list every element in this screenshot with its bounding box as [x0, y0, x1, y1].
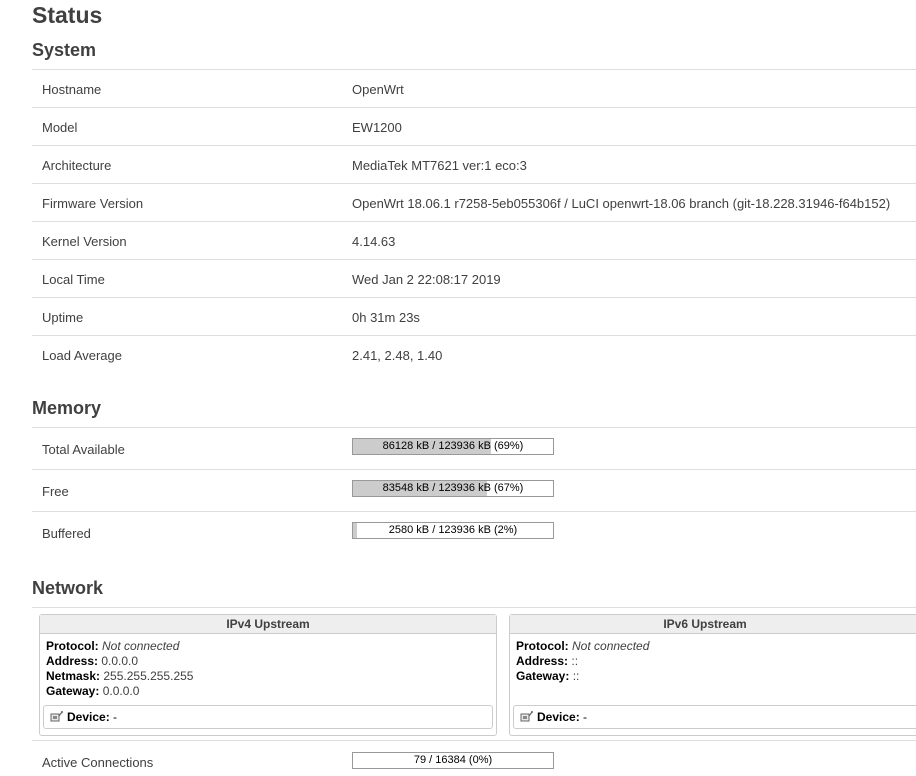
ipv4-gateway-label: Gateway:	[46, 684, 100, 698]
system-table: Hostname OpenWrt Model EW1200 Architectu…	[32, 69, 916, 373]
uptime-value: 0h 31m 23s	[352, 310, 420, 325]
active-connections-label: Active Connections	[42, 755, 154, 770]
hostname-value: OpenWrt	[352, 82, 404, 97]
ipv6-gateway-value: ::	[572, 669, 580, 683]
ipv4-protocol-value: Not connected	[102, 639, 180, 653]
active-connections-progress-bar: 79 / 16384 (0%)	[352, 752, 554, 769]
architecture-value: MediaTek MT7621 ver:1 eco:3	[352, 158, 527, 173]
network-divider	[32, 607, 916, 608]
architecture-label: Architecture	[42, 158, 112, 173]
ipv6-address-value: ::	[571, 654, 579, 668]
table-row: Uptime 0h 31m 23s	[32, 298, 916, 336]
hostname-label: Hostname	[42, 82, 102, 97]
ipv6-device-label: Device:	[537, 710, 580, 724]
ipv4-address-value: 0.0.0.0	[101, 654, 139, 668]
memory-section-title: Memory	[32, 398, 102, 418]
table-row: Model EW1200	[32, 108, 916, 146]
ipv4-device-box: Device: -	[43, 705, 493, 729]
progress-text: 79 / 16384 (0%)	[413, 754, 493, 766]
table-row: Firmware Version OpenWrt 18.06.1 r7258-5…	[32, 184, 916, 222]
ipv6-device-box: Device: -	[513, 705, 916, 729]
kernel-version-label: Kernel Version	[42, 234, 127, 249]
progress-text: 2580 kB / 123936 kB (2%)	[388, 524, 518, 536]
table-row: Kernel Version 4.14.63	[32, 222, 916, 260]
ipv4-upstream-title: IPv4 Upstream	[40, 615, 496, 634]
ethernet-port-icon	[50, 711, 63, 722]
free-label: Free	[42, 484, 69, 499]
ipv4-gateway-value: 0.0.0.0	[102, 684, 140, 698]
ethernet-port-icon	[520, 711, 533, 722]
buffered-label: Buffered	[42, 526, 91, 541]
table-row: Free 83548 kB / 123936 kB (67%)	[32, 470, 916, 512]
page-title: Status	[32, 2, 103, 28]
local-time-value: Wed Jan 2 22:08:17 2019	[352, 272, 501, 287]
ipv6-protocol-value: Not connected	[572, 639, 650, 653]
firmware-version-label: Firmware Version	[42, 196, 144, 211]
table-row: Total Available 86128 kB / 123936 kB (69…	[32, 428, 916, 470]
model-value: EW1200	[352, 120, 402, 135]
ipv4-address-label: Address:	[46, 654, 99, 668]
table-row: Hostname OpenWrt	[32, 70, 916, 108]
model-label: Model	[42, 120, 78, 135]
ipv6-upstream-title: IPv6 Upstream	[510, 615, 916, 634]
progress-text: 86128 kB / 123936 kB (69%)	[382, 440, 524, 452]
ipv6-gateway-label: Gateway:	[516, 669, 570, 683]
progress-text: 83548 kB / 123936 kB (67%)	[382, 482, 524, 494]
network-section-title: Network	[32, 578, 104, 598]
memory-table: Total Available 86128 kB / 123936 kB (69…	[32, 427, 916, 553]
buffered-progress-bar: 2580 kB / 123936 kB (2%)	[352, 522, 554, 539]
ipv4-device-label: Device:	[67, 710, 110, 724]
uptime-label: Uptime	[42, 310, 84, 325]
load-average-value: 2.41, 2.48, 1.40	[352, 348, 443, 363]
ipv6-upstream-box: IPv6 Upstream Protocol: Not connected Ad…	[509, 614, 916, 736]
total-available-progress-bar: 86128 kB / 123936 kB (69%)	[352, 438, 554, 455]
table-row: Local Time Wed Jan 2 22:08:17 2019	[32, 260, 916, 298]
table-row: Buffered 2580 kB / 123936 kB (2%)	[32, 512, 916, 553]
system-section-title: System	[32, 40, 97, 60]
firmware-version-value: OpenWrt 18.06.1 r7258-5eb055306f / LuCI …	[352, 196, 891, 211]
local-time-label: Local Time	[42, 272, 105, 287]
ipv4-protocol-label: Protocol:	[46, 639, 99, 653]
active-connections-row: Active Connections 79 / 16384 (0%)	[32, 740, 916, 776]
kernel-version-value: 4.14.63	[352, 234, 396, 249]
ipv6-address-label: Address:	[516, 654, 569, 668]
free-progress-bar: 83548 kB / 123936 kB (67%)	[352, 480, 554, 497]
total-available-label: Total Available	[42, 442, 125, 457]
ipv6-device-value: -	[583, 710, 588, 724]
ipv4-netmask-label: Netmask:	[46, 669, 101, 683]
ipv4-netmask-value: 255.255.255.255	[103, 669, 194, 683]
ipv4-upstream-box: IPv4 Upstream Protocol: Not connected Ad…	[39, 614, 497, 736]
table-row: Architecture MediaTek MT7621 ver:1 eco:3	[32, 146, 916, 184]
ipv4-device-value: -	[113, 710, 118, 724]
load-average-label: Load Average	[42, 348, 122, 363]
table-row: Load Average 2.41, 2.48, 1.40	[32, 336, 916, 373]
ipv6-protocol-label: Protocol:	[516, 639, 569, 653]
